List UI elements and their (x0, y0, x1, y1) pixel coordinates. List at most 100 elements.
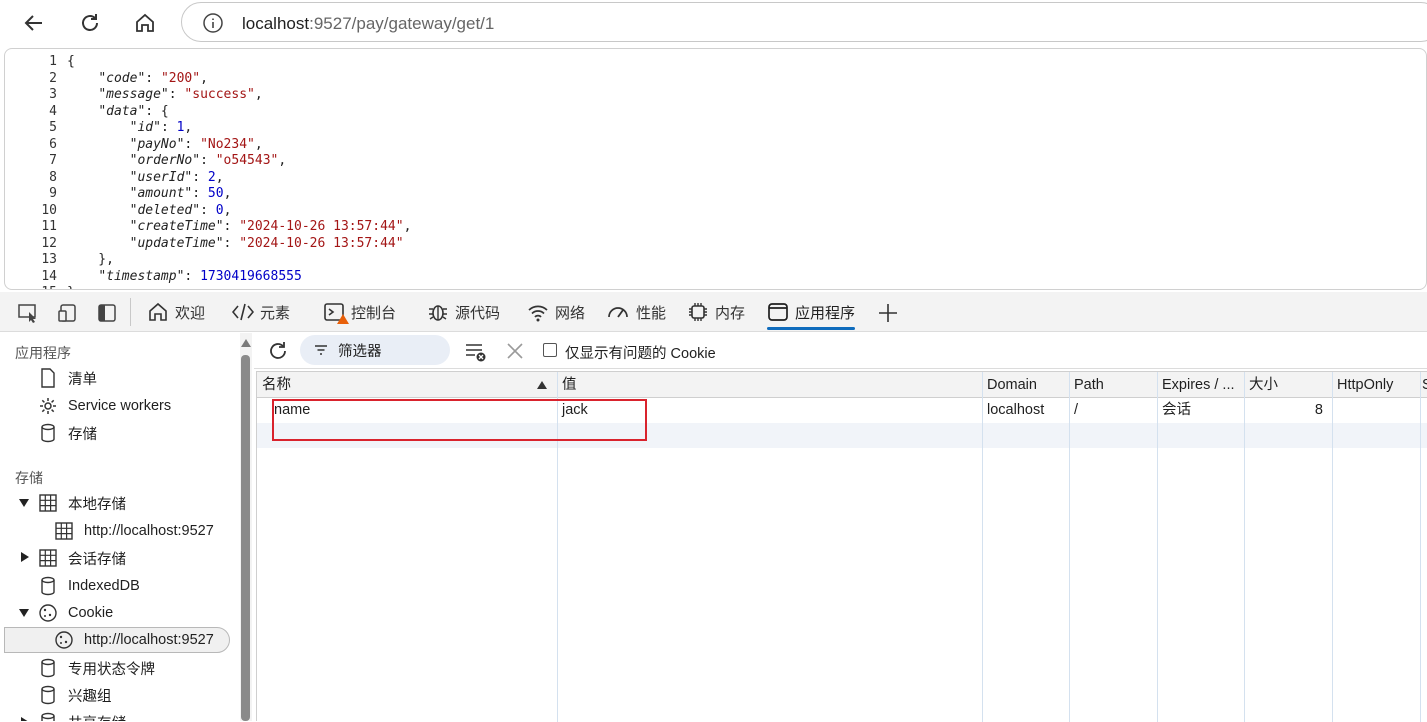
json-punct: : (223, 219, 240, 234)
json-punct: : (184, 268, 201, 284)
tab-elements[interactable]: 元素 (232, 292, 290, 332)
code-line: "createTime": "2024-10-26 13:57:44", (67, 219, 412, 236)
column-header-value[interactable]: 值 (557, 372, 982, 398)
delete-selected-icon[interactable] (505, 341, 525, 361)
clear-all-cookies-icon[interactable] (464, 341, 488, 363)
sidebar-item-service-workers[interactable]: Service workers (38, 393, 171, 419)
inspect-element-icon[interactable] (17, 302, 39, 324)
json-key: "timestamp" (98, 268, 185, 284)
cookie-icon (39, 604, 57, 622)
sidebar-item-indexeddb[interactable]: IndexedDB (38, 573, 140, 599)
info-icon[interactable] (202, 12, 224, 34)
column-header-httponly[interactable]: HttpOnly (1332, 372, 1420, 398)
scrollbar-thumb[interactable] (241, 355, 250, 721)
json-punct: : (160, 120, 177, 135)
column-divider (1157, 372, 1158, 722)
tab-performance[interactable]: 性能 (606, 292, 666, 332)
column-header-size[interactable]: 大小 (1244, 372, 1332, 398)
sidebar-scrollbar[interactable] (240, 333, 252, 721)
warning-badge-icon (337, 314, 349, 324)
expand-arrow-icon[interactable] (19, 609, 29, 617)
json-string: "200" (160, 70, 201, 86)
json-punct: , (215, 169, 224, 185)
json-key: "code" (98, 70, 146, 86)
only-issues-checkbox[interactable] (543, 343, 557, 357)
url-text[interactable]: localhost:9527/pay/gateway/get/1 (242, 14, 494, 34)
code-line: "payNo": "No234", (67, 137, 411, 154)
gauge-icon (608, 307, 628, 318)
tab-label: 应用程序 (795, 304, 856, 322)
json-string: "2024-10-26 13:57:44" (239, 219, 404, 234)
grid-icon (55, 522, 73, 540)
scroll-up-arrow-icon[interactable] (241, 339, 251, 347)
json-punct (67, 120, 130, 135)
database-icon (41, 685, 55, 705)
cookie-toolbar: 筛选器 仅显示有问题的 Cookie (254, 333, 1427, 369)
back-arrow-icon (24, 15, 42, 31)
highlight-annotation-box (272, 399, 647, 441)
line-number: 8 (49, 169, 57, 185)
filter-placeholder: 筛选器 (338, 343, 382, 360)
sidebar-item-local-storage[interactable]: 本地存储 (38, 490, 126, 516)
add-tab-icon[interactable] (877, 302, 899, 324)
tab-network[interactable]: 网络 (527, 292, 585, 332)
back-button[interactable] (18, 7, 50, 39)
json-punct: , (254, 136, 263, 152)
sidebar-item-shared-storage[interactable]: 共享存储 (38, 709, 126, 721)
device-emulation-icon[interactable] (57, 302, 79, 324)
filter-input[interactable]: 筛选器 (300, 335, 450, 365)
sidebar-item-manifest[interactable]: 清单 (38, 365, 97, 391)
code-line: "updateTime": "2024-10-26 13:57:44" (67, 236, 411, 253)
column-divider (1244, 372, 1245, 722)
sidebar-item-label: 兴趣组 (68, 688, 112, 705)
database-icon (41, 423, 55, 443)
column-header-name[interactable]: 名称 (257, 372, 557, 398)
grid-icon (39, 494, 57, 512)
json-string: "success" (184, 87, 255, 102)
sidebar-item-cookie-origin[interactable]: http://localhost:9527 (4, 627, 230, 653)
cookie-icon (55, 631, 73, 649)
json-punct: : (184, 136, 201, 152)
column-header-path[interactable]: Path (1069, 372, 1157, 398)
grid-icon (39, 549, 57, 567)
json-punct: } (67, 285, 75, 289)
dock-side-icon[interactable] (96, 302, 118, 324)
column-header-secure[interactable]: S (1420, 372, 1427, 398)
sidebar-item-label: Service workers (68, 398, 172, 414)
collapse-arrow-icon[interactable] (21, 717, 29, 721)
column-header-domain[interactable]: Domain (982, 372, 1069, 398)
json-key: "orderNo" (129, 153, 201, 168)
tab-memory[interactable]: 内存 (687, 292, 745, 332)
code-line: "id": 1, (67, 120, 411, 137)
sidebar-item-local-storage-origin[interactable]: http://localhost:9527 (54, 518, 214, 544)
tab-welcome[interactable]: 欢迎 (147, 292, 205, 332)
json-key: "updateTime" (129, 235, 224, 251)
sidebar-item-label: http://localhost:9527 (84, 632, 214, 648)
sidebar-item-session-storage[interactable]: 会话存储 (38, 545, 126, 571)
json-punct: , (223, 202, 232, 218)
sidebar-item-storage[interactable]: 存储 (38, 420, 97, 446)
json-punct (67, 104, 98, 119)
collapse-arrow-icon[interactable] (21, 552, 29, 562)
refresh-icon[interactable] (266, 339, 290, 363)
browser-toolbar: localhost:9527/pay/gateway/get/1 (0, 0, 1427, 46)
tab-console[interactable]: 控制台 (323, 292, 396, 332)
json-punct (67, 269, 98, 284)
column-header-expires[interactable]: Expires / ... (1157, 372, 1244, 398)
tab-application[interactable]: 应用程序 (767, 292, 856, 332)
sidebar-item-interest-groups[interactable]: 兴趣组 (38, 682, 112, 708)
tab-sources[interactable]: 源代码 (427, 292, 500, 332)
home-button[interactable] (129, 7, 161, 39)
sort-ascending-icon[interactable] (537, 381, 547, 389)
expand-arrow-icon[interactable] (19, 499, 29, 507)
sidebar-item-private-state-tokens[interactable]: 专用状态令牌 (38, 655, 155, 681)
sidebar-item-label: 专用状态令牌 (68, 661, 155, 678)
reload-button[interactable] (74, 7, 106, 39)
address-bar[interactable]: localhost:9527/pay/gateway/get/1 (181, 2, 1427, 42)
cookie-table: 名称 值 Domain Path Expires / ... 大小 HttpOn… (256, 371, 1427, 722)
sidebar-item-cookie[interactable]: Cookie (38, 600, 113, 626)
json-punct (67, 153, 130, 168)
url-host: localhost (242, 14, 310, 33)
chip-icon (689, 303, 707, 321)
json-punct (67, 71, 98, 86)
